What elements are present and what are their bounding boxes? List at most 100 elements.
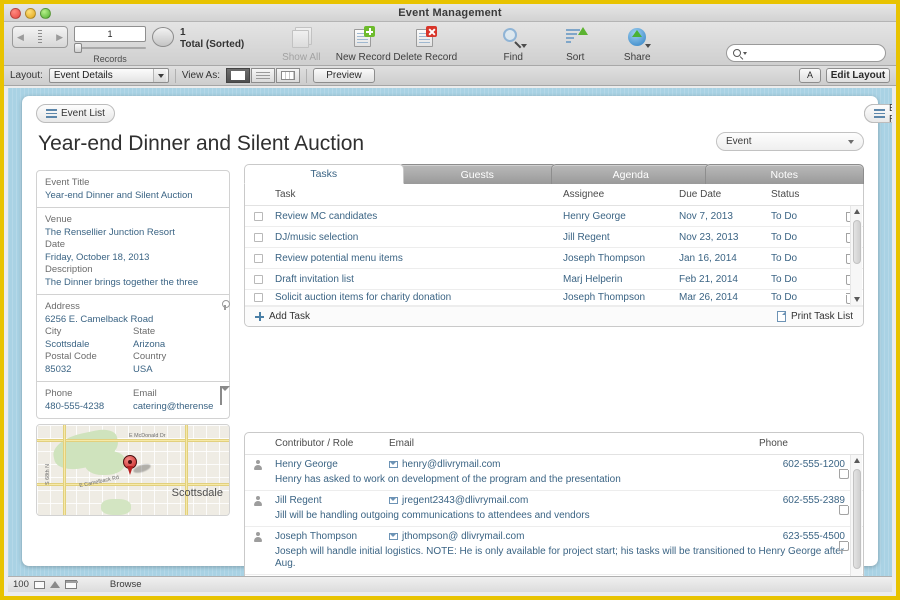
minimize-button[interactable] (25, 8, 36, 19)
contributor-note[interactable]: Joseph will handle initial logistics. NO… (245, 546, 863, 574)
task-status[interactable]: To Do (771, 211, 837, 222)
contributor-email[interactable]: jthompson@ dlivrymail.com (402, 531, 524, 542)
scroll-up-icon[interactable] (854, 458, 860, 463)
chevron-down-icon[interactable] (848, 140, 854, 144)
close-button[interactable] (10, 8, 21, 19)
record-navigation[interactable]: ◀ ▶ 1 Records 1 Total (Sorted) (12, 22, 244, 64)
state-field[interactable]: Arizona (133, 339, 221, 350)
tab-guests[interactable]: Guests (397, 164, 557, 184)
show-all-button[interactable]: Show All (270, 22, 332, 63)
record-number-field[interactable]: 1 (74, 26, 146, 42)
list-item[interactable]: Jill Regent jregent2343@dlivrymail.com 6… (245, 491, 863, 527)
date-field[interactable]: Friday, October 18, 2013 (45, 252, 221, 263)
contributors-scrollbar[interactable] (850, 455, 862, 576)
city-field[interactable]: Scottsdale (45, 339, 133, 350)
tab-tasks[interactable]: Tasks (244, 164, 404, 184)
search-options-icon[interactable] (743, 51, 747, 55)
map-pin-icon[interactable] (123, 455, 137, 475)
zoom-out-icon[interactable] (33, 580, 45, 589)
task-name[interactable]: Review potential menu items (271, 253, 563, 264)
view-as-list-button[interactable] (250, 68, 275, 83)
contributor-name[interactable]: Henry George (271, 459, 389, 470)
tab-agenda[interactable]: Agenda (551, 164, 711, 184)
task-due-date[interactable]: Nov 7, 2013 (679, 211, 771, 222)
table-row[interactable]: Solicit auction items for charity donati… (245, 290, 863, 306)
tab-notes[interactable]: Notes (704, 164, 864, 184)
task-checkbox[interactable] (253, 253, 263, 263)
event-layout-selector[interactable]: Event (716, 132, 864, 151)
record-slider[interactable] (74, 43, 146, 53)
window-controls[interactable] (10, 8, 51, 19)
venue-field[interactable]: The Rensellier Junction Resort (45, 227, 221, 238)
event-list-button[interactable]: Event List (36, 104, 115, 123)
found-set-pie-icon[interactable] (152, 27, 174, 47)
zoom-in-icon[interactable] (49, 581, 60, 588)
scrollbar-thumb[interactable] (853, 220, 861, 264)
previous-record-icon[interactable]: ◀ (17, 32, 24, 43)
task-due-date[interactable]: Mar 26, 2014 (679, 292, 771, 303)
preview-button[interactable]: Preview (312, 68, 375, 83)
table-row[interactable]: Review potential menu items Joseph Thomp… (245, 248, 863, 269)
task-checkbox[interactable] (253, 211, 263, 221)
task-assignee[interactable]: Henry George (563, 211, 679, 222)
task-status[interactable]: To Do (771, 292, 837, 303)
list-item[interactable]: Joseph Thompson jthompson@ dlivrymail.co… (245, 527, 863, 575)
task-assignee[interactable]: Joseph Thompson (563, 292, 679, 303)
task-name[interactable]: Review MC candidates (271, 211, 563, 222)
scrollbar-thumb[interactable] (853, 469, 861, 569)
table-row[interactable]: Draft invitation list Marj Helperin Feb … (245, 269, 863, 290)
view-as-table-button[interactable] (275, 68, 300, 83)
task-due-date[interactable]: Jan 16, 2014 (679, 253, 771, 264)
task-assignee[interactable]: Jill Regent (563, 232, 679, 243)
table-row[interactable]: DJ/music selection Jill Regent Nov 23, 2… (245, 227, 863, 248)
view-as-group[interactable] (225, 68, 300, 83)
task-checkbox[interactable] (253, 232, 263, 242)
task-checkbox[interactable] (253, 274, 263, 284)
mode-label[interactable]: Browse (110, 579, 142, 590)
toolbar-search[interactable] (726, 44, 886, 62)
email-field[interactable]: catering@therense (133, 401, 221, 412)
record-flipper[interactable]: ◀ ▶ (12, 26, 68, 48)
view-as-form-button[interactable] (225, 68, 250, 83)
scroll-up-icon[interactable] (854, 209, 860, 214)
description-field[interactable]: The Dinner brings together the three (45, 277, 221, 288)
trash-icon[interactable] (838, 468, 849, 479)
contributor-email[interactable]: jregent2343@dlivrymail.com (402, 495, 528, 506)
task-assignee[interactable]: Marj Helperin (563, 274, 679, 285)
venue-map[interactable]: E McDonald Dr E Camelback Rd S 68th N Sc… (36, 424, 230, 516)
postal-code-field[interactable]: 85032 (45, 364, 133, 375)
task-status[interactable]: To Do (771, 232, 837, 243)
search-input[interactable] (726, 44, 886, 62)
record-indicator[interactable]: 1 Records (74, 26, 146, 64)
chevron-down-icon[interactable] (152, 69, 166, 82)
event-title-field[interactable]: Year-end Dinner and Silent Auction (45, 190, 221, 201)
task-due-date[interactable]: Feb 21, 2014 (679, 274, 771, 285)
event-report-button[interactable]: Event Report (864, 103, 892, 125)
tasks-scrollbar[interactable] (850, 206, 862, 305)
next-record-icon[interactable]: ▶ (56, 32, 63, 43)
contributor-note[interactable]: Henry has asked to work on development o… (245, 474, 863, 490)
find-button[interactable]: Find (482, 22, 544, 63)
task-status[interactable]: To Do (771, 274, 837, 285)
zoom-level[interactable]: 100 (13, 579, 29, 590)
table-row[interactable]: Review MC candidates Henry George Nov 7,… (245, 206, 863, 227)
print-task-list-button[interactable]: Print Task List (776, 311, 853, 322)
task-name[interactable]: Draft invitation list (271, 274, 563, 285)
contributor-note[interactable]: Jill will be handling outgoing communica… (245, 510, 863, 526)
text-format-button[interactable]: A (799, 68, 821, 83)
task-name[interactable]: DJ/music selection (271, 232, 563, 243)
layout-select[interactable]: Event Details (48, 68, 169, 83)
add-task-button[interactable]: Add Task (255, 311, 310, 322)
sort-button[interactable]: Sort (544, 22, 606, 63)
share-button[interactable]: Share (606, 22, 668, 63)
delete-record-button[interactable]: Delete Record (393, 22, 457, 63)
new-record-button[interactable]: New Record (332, 22, 394, 63)
email-corner[interactable] (220, 386, 222, 405)
zoom-button[interactable] (40, 8, 51, 19)
task-status[interactable]: To Do (771, 253, 837, 264)
trash-icon[interactable] (838, 504, 849, 515)
trash-icon[interactable] (838, 540, 849, 551)
scroll-down-icon[interactable] (854, 297, 860, 302)
edit-layout-button[interactable]: Edit Layout (826, 68, 890, 83)
status-toggle-icon[interactable] (64, 580, 78, 589)
